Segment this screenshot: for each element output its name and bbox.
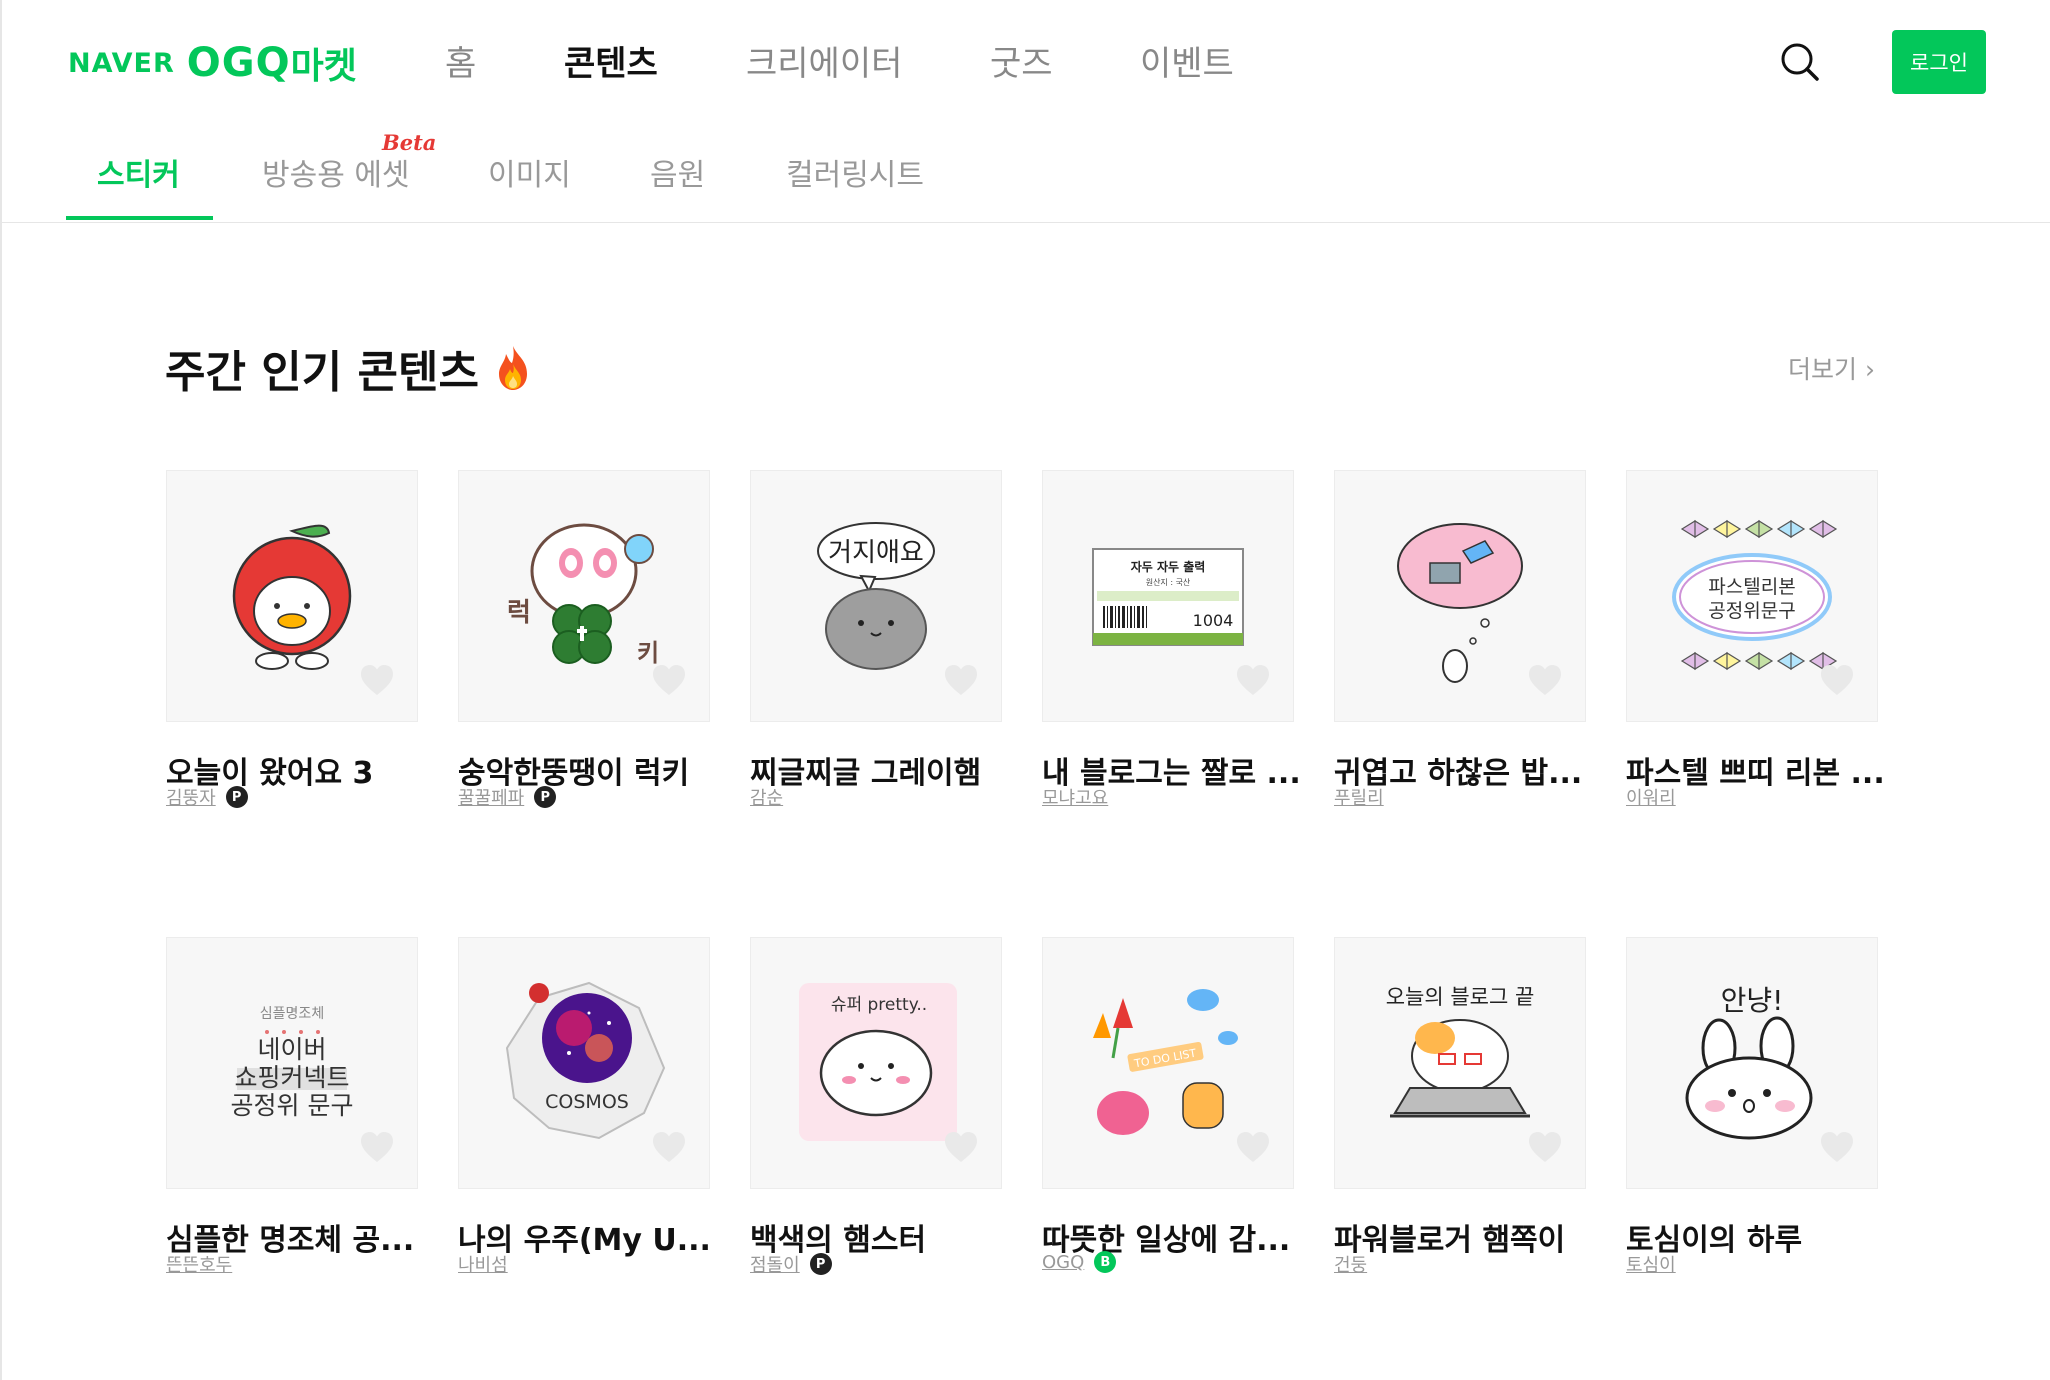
card-author: 김뚱자 P <box>166 784 248 810</box>
gnb-creators[interactable]: 크리에이터 <box>746 36 902 85</box>
author-link[interactable]: 모냐고요 <box>1042 784 1108 810</box>
card-thumbnail[interactable]: 슈퍼 pretty.. <box>750 937 1002 1189</box>
tab-music[interactable]: 음원 <box>650 150 705 194</box>
card-author: 모냐고요 <box>1042 784 1108 810</box>
author-link[interactable]: 푸릴리 <box>1334 784 1384 810</box>
card-thumbnail[interactable] <box>166 470 418 722</box>
card-author: 이워리 <box>1626 784 1676 810</box>
beta-badge: Beta <box>382 130 437 155</box>
author-link[interactable]: 건둥 <box>1334 1251 1367 1277</box>
card-author: 꿀꿀페파 P <box>458 784 557 810</box>
art-text: 원산지 : 국산 <box>1146 577 1191 587</box>
card-title[interactable]: 찌글찌글 그레이햄 <box>750 748 1012 792</box>
art-text: 럭 <box>507 598 531 628</box>
tab-sticker[interactable]: 스티커 <box>97 150 180 194</box>
heart-icon[interactable] <box>1235 1130 1271 1164</box>
author-link[interactable]: OGQ <box>1042 1252 1084 1273</box>
window-edge <box>0 0 2 1380</box>
art-text: 파스텔리본 <box>1708 576 1795 598</box>
card-author: 감순 <box>750 784 783 810</box>
business-badge: B <box>1094 1251 1117 1273</box>
naver-ogq-market-logo[interactable]: NAVER OGQ 마켓 <box>68 38 357 88</box>
card-thumbnail[interactable]: 파스텔리본 공정위문구 <box>1626 470 1878 722</box>
art-text: 쇼핑커넥트 <box>234 1063 349 1092</box>
art-text: 네이버 <box>257 1035 326 1064</box>
tab-image[interactable]: 이미지 <box>488 150 571 194</box>
premium-badge: P <box>225 786 248 808</box>
logo-naver: NAVER <box>68 47 175 79</box>
author-link[interactable]: 나비섬 <box>458 1251 508 1277</box>
card-thumbnail[interactable]: 심플명조체 네이버 쇼핑커넥트 공정위 문구 <box>166 937 418 1189</box>
author-link[interactable]: 토심이 <box>1626 1251 1676 1277</box>
art-text: COSMOS <box>545 1091 629 1113</box>
more-link[interactable]: 더보기 › <box>1788 350 1875 386</box>
active-tab-indicator <box>66 216 213 220</box>
gnb-goods[interactable]: 굿즈 <box>990 36 1053 85</box>
heart-icon[interactable] <box>1527 663 1563 697</box>
card-thumbnail[interactable]: 자두 자두 출력 원산지 : 국산 1004 <box>1042 470 1294 722</box>
card-author: 건둥 <box>1334 1251 1367 1277</box>
search-icon[interactable] <box>1780 42 1820 82</box>
art-text: 안냥! <box>1721 984 1784 1017</box>
heart-icon[interactable] <box>1819 1130 1855 1164</box>
section-title: 주간 인기 콘텐츠 <box>165 336 533 400</box>
tab-coloring-sheet[interactable]: 컬러링시트 <box>786 150 924 194</box>
login-button[interactable]: 로그인 <box>1892 30 1986 94</box>
card-author: OGQ B <box>1042 1251 1117 1273</box>
logo-market: 마켓 <box>290 46 357 87</box>
card-author: 점돌이 P <box>750 1251 832 1277</box>
card-author: 나비섬 <box>458 1251 508 1277</box>
fire-icon <box>499 346 527 390</box>
art-text: 자두 자두 출력 <box>1131 559 1206 574</box>
card-author: 토심이 <box>1626 1251 1676 1277</box>
section-title-text: 주간 인기 콘텐츠 <box>165 347 479 398</box>
card-author: 푸릴리 <box>1334 784 1384 810</box>
author-link[interactable]: 이워리 <box>1626 784 1676 810</box>
more-label: 더보기 <box>1788 355 1858 384</box>
header-divider <box>0 222 2050 223</box>
author-link[interactable]: 감순 <box>750 784 783 810</box>
heart-icon[interactable] <box>651 1130 687 1164</box>
chevron-right-icon: › <box>1864 355 1875 384</box>
gnb-home[interactable]: 홈 <box>445 36 476 85</box>
art-text: 공정위 문구 <box>231 1091 354 1120</box>
card-thumbnail[interactable]: 오늘의 블로그 끝 <box>1334 937 1586 1189</box>
premium-badge: P <box>809 1253 832 1275</box>
heart-icon[interactable] <box>1527 1130 1563 1164</box>
gnb-events[interactable]: 이벤트 <box>1140 36 1234 85</box>
heart-icon[interactable] <box>1235 663 1271 697</box>
premium-badge: P <box>534 786 557 808</box>
heart-icon[interactable] <box>651 663 687 697</box>
card-thumbnail[interactable] <box>1334 470 1586 722</box>
art-text: 슈퍼 pretty.. <box>831 995 927 1015</box>
card-thumbnail[interactable]: 거지애요 <box>750 470 1002 722</box>
card-thumbnail[interactable]: 안냥! <box>1626 937 1878 1189</box>
tab-broadcast-assets[interactable]: 방송용 에셋 <box>262 150 410 194</box>
heart-icon[interactable] <box>943 663 979 697</box>
art-text: 거지애요 <box>828 538 924 568</box>
art-text: 오늘의 블로그 끝 <box>1386 985 1535 1009</box>
card-thumbnail[interactable]: 럭 키 <box>458 470 710 722</box>
art-text: 심플명조체 <box>260 1006 324 1022</box>
author-link[interactable]: 뜬뜬호두 <box>166 1251 232 1277</box>
card-author: 뜬뜬호두 <box>166 1251 232 1277</box>
art-text: 공정위문구 <box>1708 600 1795 622</box>
author-link[interactable]: 꿀꿀페파 <box>458 784 524 810</box>
heart-icon[interactable] <box>943 1130 979 1164</box>
heart-icon[interactable] <box>359 1130 395 1164</box>
card-thumbnail[interactable]: COSMOS <box>458 937 710 1189</box>
heart-icon[interactable] <box>359 663 395 697</box>
heart-icon[interactable] <box>1819 663 1855 697</box>
card-title[interactable]: 파워블로거 햄쪽이 <box>1334 1215 1596 1259</box>
author-link[interactable]: 김뚱자 <box>166 784 216 810</box>
gnb-contents[interactable]: 콘텐츠 <box>564 36 658 85</box>
author-link[interactable]: 점돌이 <box>750 1251 800 1277</box>
card-thumbnail[interactable]: TO DO LIST <box>1042 937 1294 1189</box>
art-text: 1004 <box>1193 611 1234 630</box>
logo-ogq: OGQ <box>186 40 291 86</box>
